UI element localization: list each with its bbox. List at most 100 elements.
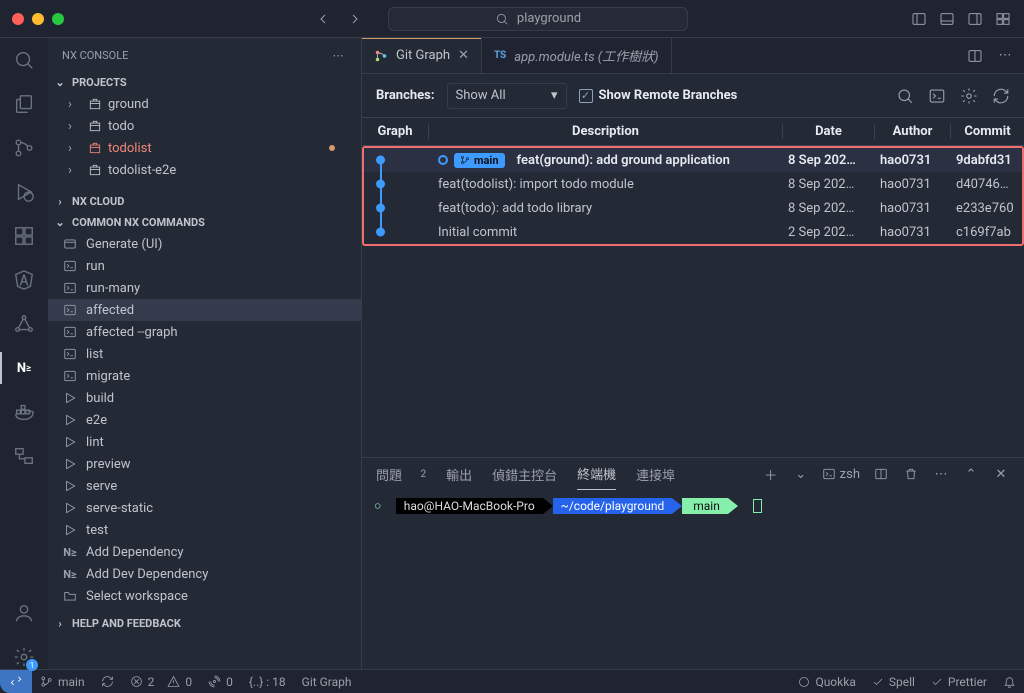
git-graph-refresh-button[interactable]: [992, 87, 1010, 105]
command-affected-graph[interactable]: affected --graph: [48, 321, 361, 343]
status-ports[interactable]: 0: [200, 670, 241, 693]
remote-indicator[interactable]: [0, 670, 32, 693]
terminal-name[interactable]: zsh: [822, 467, 860, 482]
command-e2e[interactable]: e2e: [48, 409, 361, 431]
kill-terminal-button[interactable]: [902, 465, 920, 483]
angular-activity[interactable]: [12, 268, 36, 292]
status-branch[interactable]: main: [32, 670, 93, 693]
prompt-branch: main: [682, 498, 728, 514]
status-sync[interactable]: [93, 670, 122, 693]
panel-maximize-button[interactable]: ⌃: [962, 465, 980, 483]
branches-select[interactable]: Show All ▾: [447, 83, 567, 109]
git-graph-terminal-button[interactable]: [928, 87, 946, 105]
panel-close-button[interactable]: ✕: [992, 465, 1010, 483]
settings-activity[interactable]: 1: [12, 645, 36, 669]
nx-console-activity[interactable]: N≥: [12, 356, 36, 380]
branch-badge[interactable]: main: [454, 153, 505, 168]
status-quokka[interactable]: Quokka: [790, 670, 863, 693]
sidebar-more-button[interactable]: ⋯: [329, 46, 347, 64]
panel-tab-ports[interactable]: 連接埠: [636, 459, 675, 490]
command-build[interactable]: build: [48, 387, 361, 409]
command-select-workspace[interactable]: Select workspace: [48, 585, 361, 607]
commit-row[interactable]: mainfeat(ground): add ground application…: [364, 148, 1022, 172]
command-center[interactable]: playground: [388, 7, 688, 31]
new-terminal-button[interactable]: ＋: [762, 465, 780, 483]
layout-secondary-side-button[interactable]: [966, 10, 984, 28]
project-todo[interactable]: ›todo: [48, 115, 361, 137]
settings-badge: 1: [26, 659, 38, 671]
command-run[interactable]: run: [48, 255, 361, 277]
command-generate-ui-[interactable]: Generate (UI): [48, 233, 361, 255]
chevron-down-icon: ▾: [551, 88, 558, 103]
nav-back-button[interactable]: [314, 10, 332, 28]
split-terminal-button[interactable]: [872, 465, 890, 483]
panel-tab-problems[interactable]: 問題 2: [376, 459, 426, 490]
panel-more-button[interactable]: ⋯: [932, 465, 950, 483]
git-graph-icon: [374, 49, 388, 63]
run-debug-activity[interactable]: [12, 180, 36, 204]
split-editor-button[interactable]: [966, 47, 984, 65]
nav-forward-button[interactable]: [346, 10, 364, 28]
project-ground[interactable]: ›ground: [48, 93, 361, 115]
commit-row[interactable]: feat(todo): add todo library8 Sep 202…ha…: [364, 196, 1022, 220]
command-migrate[interactable]: migrate: [48, 365, 361, 387]
tab-app-module[interactable]: TS app.module.ts (工作樹狀): [482, 38, 672, 73]
status-notifications[interactable]: [995, 670, 1024, 693]
panel-tab-terminal[interactable]: 終端機: [577, 458, 616, 490]
cloud-section-header[interactable]: ›NX CLOUD: [48, 191, 361, 212]
extensions-activity[interactable]: [12, 224, 36, 248]
command-list[interactable]: list: [48, 343, 361, 365]
prompt-path: ~/code/playground: [553, 498, 673, 514]
explorer-activity[interactable]: [12, 92, 36, 116]
tab-close-button[interactable]: ✕: [458, 48, 469, 63]
command-preview[interactable]: preview: [48, 453, 361, 475]
editor-tabs: Git Graph ✕ TS app.module.ts (工作樹狀) ⋯: [362, 38, 1024, 74]
folder-icon: [62, 588, 78, 604]
graph-activity[interactable]: [12, 312, 36, 336]
minimize-window-button[interactable]: [32, 13, 44, 25]
status-spell[interactable]: Spell: [864, 670, 923, 693]
maximize-window-button[interactable]: [52, 13, 64, 25]
command-add-dev-dependency[interactable]: N≥Add Dev Dependency: [48, 563, 361, 585]
command-add-dependency[interactable]: N≥Add Dependency: [48, 541, 361, 563]
command-serve[interactable]: serve: [48, 475, 361, 497]
command-run-many[interactable]: run-many: [48, 277, 361, 299]
project-todolist-e2e[interactable]: ›todolist-e2e: [48, 159, 361, 181]
head-indicator: [438, 155, 448, 165]
projects-section-header[interactable]: ⌄PROJECTS: [48, 72, 361, 93]
remote-activity[interactable]: [12, 444, 36, 468]
source-control-activity[interactable]: [12, 136, 36, 160]
close-window-button[interactable]: [12, 13, 24, 25]
layout-panel-button[interactable]: [938, 10, 956, 28]
docker-activity[interactable]: [12, 400, 36, 424]
terminal-content[interactable]: ○ hao@HAO-MacBook-Pro~/code/playground m…: [362, 490, 1024, 669]
git-graph-header: Graph Description Date Author Commit: [362, 118, 1024, 146]
show-remote-checkbox[interactable]: ✓ Show Remote Branches: [579, 88, 738, 103]
commit-row[interactable]: Initial commit2 Sep 202…hao0731c169f7ab: [364, 220, 1022, 244]
tab-git-graph[interactable]: Git Graph ✕: [362, 38, 482, 73]
status-prettier[interactable]: Prettier: [923, 670, 995, 693]
command-test[interactable]: test: [48, 519, 361, 541]
git-graph-settings-button[interactable]: [960, 87, 978, 105]
commit-row[interactable]: feat(todolist): import todo module8 Sep …: [364, 172, 1022, 196]
project-todolist[interactable]: ›todolist: [48, 137, 361, 159]
help-section-header[interactable]: ›HELP AND FEEDBACK: [48, 613, 361, 634]
command-lint[interactable]: lint: [48, 431, 361, 453]
layout-primary-side-button[interactable]: [910, 10, 928, 28]
command-serve-static[interactable]: serve-static: [48, 497, 361, 519]
command-affected[interactable]: affected: [48, 299, 361, 321]
terminal-dropdown-button[interactable]: ⌄: [792, 465, 810, 483]
git-graph-search-button[interactable]: [896, 87, 914, 105]
status-brackets[interactable]: {..} : 18: [241, 670, 294, 693]
search-activity[interactable]: [12, 48, 36, 72]
customize-layout-button[interactable]: [994, 10, 1012, 28]
status-git-graph[interactable]: Git Graph: [294, 670, 360, 693]
accounts-activity[interactable]: [12, 601, 36, 625]
commands-section-header[interactable]: ⌄COMMON NX COMMANDS: [48, 212, 361, 233]
activity-bar: N≥ 1: [0, 38, 48, 669]
status-problems[interactable]: 2 0: [122, 670, 200, 693]
panel-tab-output[interactable]: 輸出: [446, 459, 472, 490]
panel-tab-debug[interactable]: 偵錯主控台: [492, 459, 557, 490]
bottom-panel: 問題 2 輸出 偵錯主控台 終端機 連接埠 ＋ ⌄ zsh ⋯ ⌃ ✕: [362, 457, 1024, 669]
editor-more-button[interactable]: ⋯: [996, 47, 1014, 65]
